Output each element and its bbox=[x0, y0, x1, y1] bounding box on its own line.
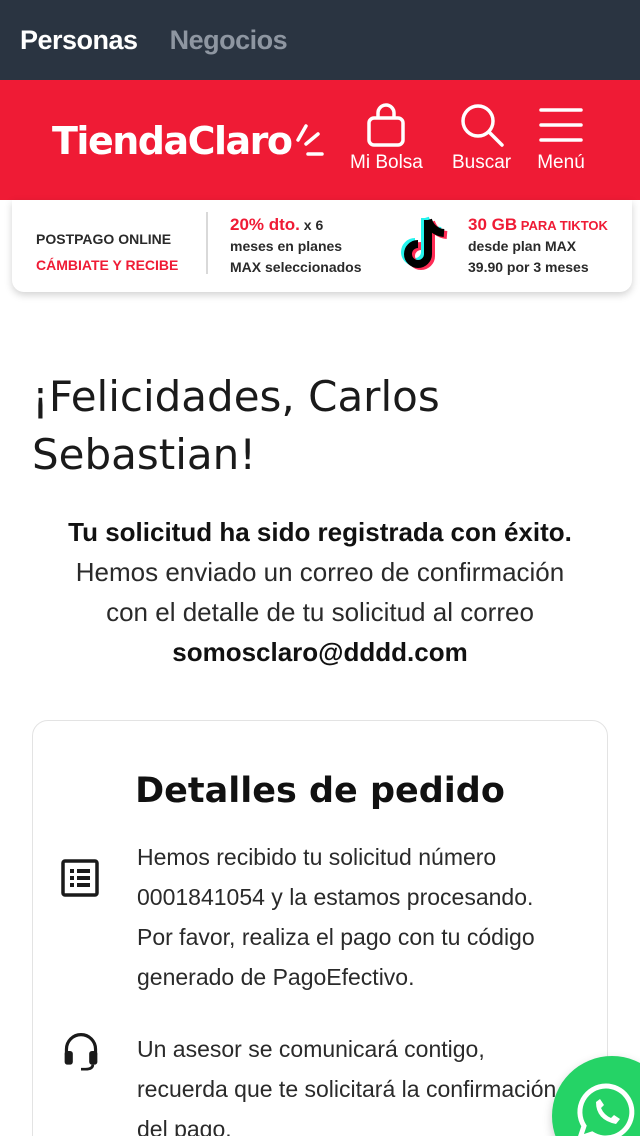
logo-text: TiendaClaro bbox=[52, 119, 293, 163]
whatsapp-icon bbox=[577, 1083, 635, 1136]
confirmation-email: somosclaro@dddd.com bbox=[172, 637, 468, 667]
segment-bar: Personas Negocios bbox=[0, 0, 640, 80]
order-details-card: Detalles de pedido Hemos recibido tu sol… bbox=[32, 720, 608, 1136]
search-button[interactable]: Buscar bbox=[452, 102, 511, 174]
segment-negocios[interactable]: Negocios bbox=[170, 25, 288, 56]
promo-tiktok-line2: desde plan MAX bbox=[468, 238, 577, 254]
segment-personas[interactable]: Personas bbox=[20, 25, 138, 56]
bag-button[interactable]: Mi Bolsa bbox=[350, 102, 423, 174]
search-label: Buscar bbox=[452, 152, 512, 173]
detail-line: Un asesor se comunicará contigo, bbox=[137, 1036, 485, 1062]
promo-gb-highlight: 30 GB bbox=[468, 215, 518, 234]
promo-discount-highlight: 20% dto. bbox=[230, 215, 300, 234]
info-line1: Hemos enviado un correo de confirmación bbox=[75, 557, 565, 587]
order-details-title: Detalles de pedido bbox=[135, 771, 505, 811]
congrats-line1: ¡Felicidades, Carlos bbox=[32, 372, 440, 421]
promo-left-text: POSTPAGO ONLINE CÁMBIATE Y RECIBE bbox=[36, 226, 178, 278]
logo-rays-icon bbox=[295, 124, 324, 156]
bag-label: Mi Bolsa bbox=[350, 152, 423, 173]
main-header: TiendaClaro Mi Bolsa Buscar Menú bbox=[0, 80, 640, 200]
search-icon bbox=[460, 104, 504, 147]
congrats-heading: ¡Felicidades, Carlos Sebastian! bbox=[32, 368, 612, 484]
promo-left-line2: CÁMBIATE Y RECIBE bbox=[36, 257, 179, 273]
hamburger-menu-icon bbox=[539, 108, 583, 142]
promo-discount-line2: meses en planes bbox=[230, 238, 343, 254]
menu-button[interactable]: Menú bbox=[537, 102, 585, 174]
confirmation-summary: Tu solicitud ha sido registrada con éxit… bbox=[30, 512, 610, 672]
detail-line: generado de PagoEfectivo. bbox=[137, 964, 415, 990]
detail-line: Hemos recibido tu solicitud número bbox=[137, 844, 497, 870]
detail-line: recuerda que te solicitará la confirmaci… bbox=[137, 1076, 557, 1102]
order-detail-text: Un asesor se comunicará contigo, recuerd… bbox=[137, 1029, 577, 1136]
detail-line: 0001841054 y la estamos procesando. bbox=[137, 884, 534, 910]
promo-banner[interactable]: POSTPAGO ONLINE CÁMBIATE Y RECIBE 20% dt… bbox=[12, 200, 632, 292]
menu-label: Menú bbox=[537, 152, 585, 173]
promo-discount-rest: x 6 bbox=[299, 217, 324, 233]
promo-divider bbox=[206, 212, 208, 274]
promo-discount-text: 20% dto. x 6 meses en planes MAX selecci… bbox=[230, 214, 362, 278]
congrats-line2: Sebastian! bbox=[32, 430, 257, 479]
headset-icon bbox=[64, 1033, 98, 1071]
tienda-claro-logo[interactable]: TiendaClaro bbox=[52, 120, 324, 160]
promo-tiktok-line3: 39.90 por 3 meses bbox=[468, 259, 589, 275]
order-detail-text: Hemos recibido tu solicitud número 00018… bbox=[137, 837, 577, 997]
promo-discount-line3: MAX seleccionados bbox=[230, 259, 362, 275]
promo-gb-tiktok: PARA TIKTOK bbox=[517, 218, 608, 233]
info-line2: con el detalle de tu solicitud al correo bbox=[106, 597, 534, 627]
promo-tiktok-text: 30 GB PARA TIKTOK desde plan MAX 39.90 p… bbox=[468, 214, 608, 278]
detail-line: del pago. bbox=[137, 1116, 232, 1136]
promo-left-line1: POSTPAGO ONLINE bbox=[36, 231, 172, 247]
tiktok-icon bbox=[401, 216, 448, 270]
shopping-bag-icon bbox=[367, 103, 406, 147]
detail-line: Por favor, realiza el pago con tu código bbox=[137, 924, 535, 950]
list-icon bbox=[61, 859, 99, 897]
success-message: Tu solicitud ha sido registrada con éxit… bbox=[68, 517, 572, 547]
